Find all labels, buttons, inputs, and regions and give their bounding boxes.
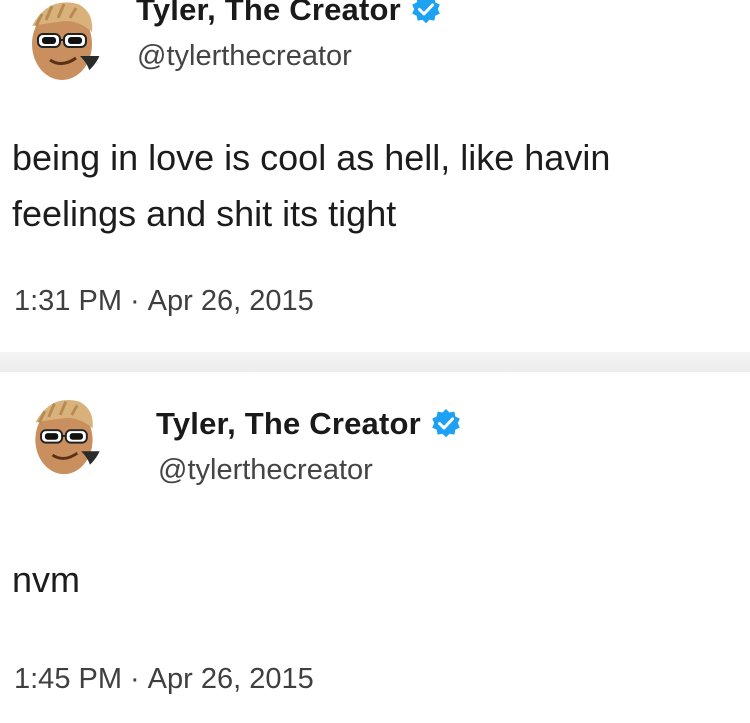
avatar[interactable] <box>22 394 104 476</box>
tweet-date[interactable]: Apr 26, 2015 <box>148 663 314 695</box>
avatar[interactable] <box>18 0 104 82</box>
tweet-divider <box>0 352 750 372</box>
tweet-timestamp[interactable]: 1:45 PM · Apr 26, 2015 <box>14 663 314 696</box>
tweet-time[interactable]: 1:45 PM <box>14 663 122 695</box>
tweet-text-line: feelings and shit its tight <box>12 193 397 234</box>
author-handle[interactable]: @tylerthecreator <box>158 454 373 487</box>
verified-badge-icon <box>410 0 442 26</box>
display-name[interactable]: Tyler, The Creator <box>156 406 421 442</box>
tweet-text: being in love is cool as hell, like havi… <box>12 130 610 242</box>
timestamp-separator: · <box>130 663 140 695</box>
tweet-time[interactable]: 1:31 PM <box>14 285 122 317</box>
author-name-row[interactable]: Tyler, The Creator <box>136 0 442 28</box>
tweet-text: nvm <box>12 552 80 608</box>
tweet-date[interactable]: Apr 26, 2015 <box>148 285 314 317</box>
author-handle[interactable]: @tylerthecreator <box>137 40 352 73</box>
author-name-row[interactable]: Tyler, The Creator <box>156 406 462 442</box>
tweet-text-line: being in love is cool as hell, like havi… <box>12 137 611 178</box>
display-name[interactable]: Tyler, The Creator <box>136 0 401 28</box>
verified-badge-icon <box>430 408 462 440</box>
tweet-timestamp[interactable]: 1:31 PM · Apr 26, 2015 <box>14 285 314 318</box>
tweet-card: Tyler, The Creator @tylerthecreator bein… <box>0 0 750 352</box>
tweet-text-line: nvm <box>12 559 81 600</box>
tweet-card: Tyler, The Creator @tylerthecreator nvm … <box>0 372 750 723</box>
timestamp-separator: · <box>130 285 140 317</box>
